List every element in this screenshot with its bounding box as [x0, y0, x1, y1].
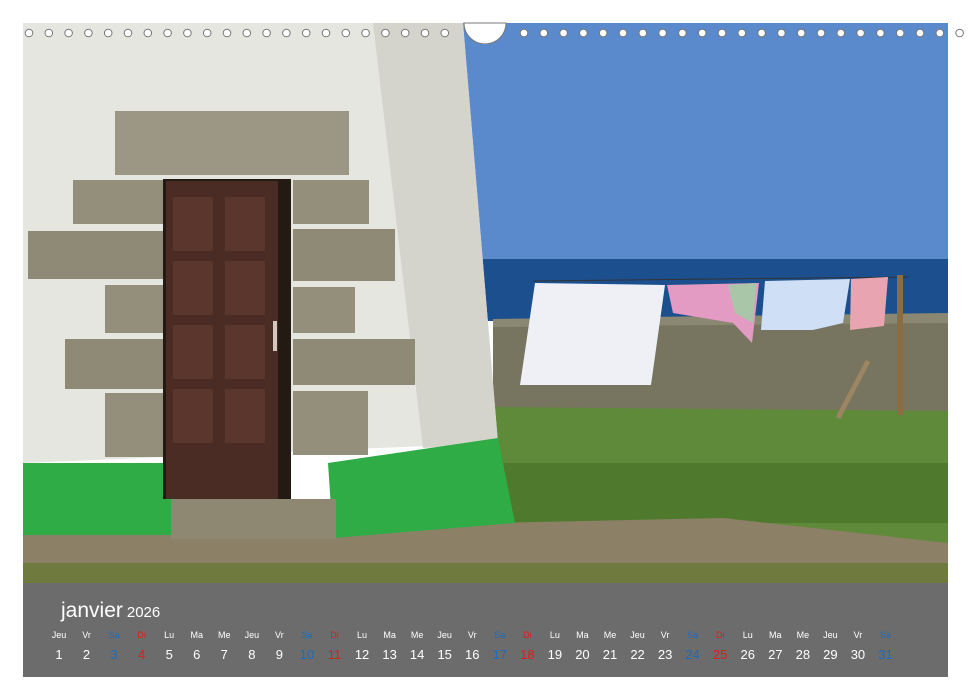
day-number: 25	[712, 647, 728, 662]
day-number: 20	[575, 647, 590, 662]
day-number: 23	[657, 647, 673, 662]
weekday-label: Vr	[853, 630, 863, 640]
day-number: 19	[547, 647, 563, 662]
day-number: 5	[165, 647, 173, 662]
day-number: 13	[382, 647, 397, 662]
day-number: 11	[327, 647, 342, 662]
weekday-label: Me	[218, 630, 231, 640]
day-number: 1	[55, 647, 63, 662]
weekday-label: Ma	[576, 630, 589, 640]
weekday-label: Sa	[108, 630, 120, 640]
day-number: 29	[823, 647, 838, 662]
day-number: 8	[248, 647, 256, 662]
weekday-label: Me	[410, 630, 424, 640]
day-number: 18	[520, 647, 535, 662]
weekday-label: Jeu	[51, 630, 67, 640]
weekday-label: Lu	[164, 630, 175, 640]
weekday-label: Sa	[301, 630, 313, 640]
day-number: 3	[110, 647, 118, 662]
weekday-label: Ma	[769, 630, 782, 640]
weekday-label: Ma	[383, 630, 396, 640]
weekday-label: Lu	[742, 630, 753, 640]
month-name: janvier	[61, 599, 123, 622]
day-number: 7	[220, 647, 228, 662]
weekday-label: Jeu	[437, 630, 452, 640]
day-number: 2	[82, 647, 91, 662]
weekday-label: Vr	[467, 630, 477, 640]
weekday-label: Di	[715, 630, 725, 640]
day-number: 26	[740, 647, 755, 662]
weekday-label: Ma	[190, 630, 203, 640]
day-number: 14	[409, 647, 425, 662]
weekday-label: Vr	[275, 630, 284, 640]
weekday-label: Sa	[494, 630, 506, 640]
year-label: 2026	[126, 604, 161, 621]
weekday-label: Vr	[660, 630, 670, 640]
day-number: 28	[795, 647, 811, 662]
day-number: 17	[492, 647, 508, 662]
weekday-label: Me	[796, 630, 810, 640]
weekday-label: Lu	[357, 630, 368, 640]
day-number: 10	[299, 647, 315, 662]
weekday-label: Sa	[687, 630, 699, 640]
day-number: 22	[630, 647, 645, 662]
calendar-photo	[23, 23, 948, 583]
weekday-label: Vr	[82, 630, 91, 640]
day-number: 31	[878, 647, 893, 662]
day-number: 15	[437, 647, 452, 662]
weekday-label: Jeu	[244, 630, 260, 640]
weekday-label: Lu	[549, 630, 560, 640]
day-number: 9	[275, 647, 283, 662]
day-number: 12	[354, 647, 370, 662]
day-number: 24	[685, 647, 700, 662]
day-number: 30	[850, 647, 866, 662]
day-number: 21	[602, 647, 618, 662]
calendar-bar: janvier 2026 Jeu 1 Vr 2 Sa 3 Di 4 Lu 5 Ma 6 Me 7 Jeu 8 Vr…	[23, 583, 948, 677]
weekday-label: Jeu	[823, 630, 838, 640]
binding-hole	[955, 28, 964, 38]
weekday-label: Di	[523, 630, 532, 640]
day-number: 6	[193, 647, 201, 662]
day-number: 4	[138, 647, 146, 662]
month-title: janvier 2026	[61, 599, 160, 623]
windmill-laundry-scene	[23, 23, 948, 583]
weekday-label: Di	[330, 630, 339, 640]
weekday-label: Me	[603, 630, 617, 640]
weekday-label: Di	[137, 630, 146, 640]
day-number: 16	[465, 647, 480, 662]
weekday-label: Sa	[879, 630, 891, 640]
weekday-label: Jeu	[630, 630, 645, 640]
day-number: 27	[768, 647, 783, 662]
